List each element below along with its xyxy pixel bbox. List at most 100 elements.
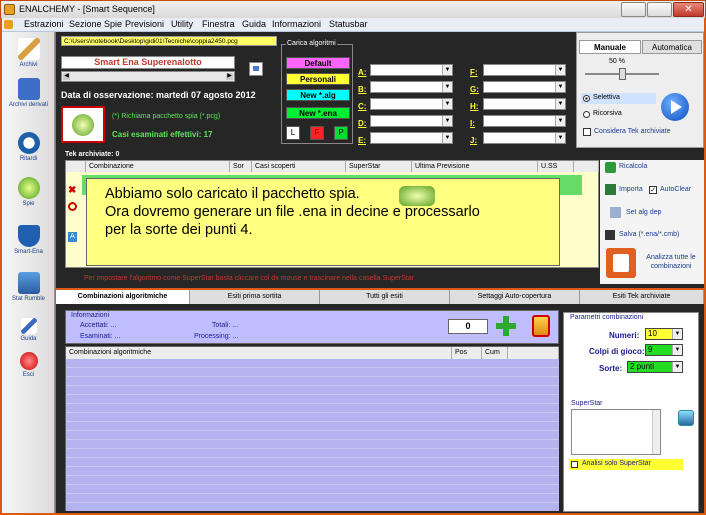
salva-button[interactable]: Salva (*.ena/*.cmb) — [619, 231, 679, 238]
slot-combo-e[interactable]: ▼ — [370, 132, 453, 144]
selective-radio[interactable] — [583, 95, 590, 102]
numbers-label: Numeri: — [609, 331, 640, 340]
combinations-grid[interactable]: Combinazioni algoritmiche Pos Cum — [65, 346, 559, 511]
tab-settaggi-auto-copertura[interactable]: Settaggi Auto-copertura — [450, 290, 580, 304]
sidebar-item-spie[interactable]: Spie — [2, 177, 55, 207]
menu-statusbar[interactable]: Statusbar — [329, 19, 368, 29]
slot-combo-a[interactable]: ▼ — [370, 64, 453, 76]
col-ultima-previsione[interactable]: Ultima Previsione — [412, 161, 538, 172]
accepted-label: Accettati: ... — [80, 322, 117, 329]
play-button[interactable] — [661, 93, 689, 121]
slot-combo-g[interactable]: ▼ — [483, 81, 566, 93]
new-ena-button[interactable]: New *.ena — [286, 107, 350, 119]
sidebar-item-ritardi[interactable]: Ritardi — [2, 132, 55, 162]
cases-examined: Casi esaminati effettivi: 17 — [112, 130, 213, 139]
slot-combo-b[interactable]: ▼ — [370, 81, 453, 93]
minimize-button[interactable] — [621, 2, 646, 17]
tab-tutti-gli-esiti[interactable]: Tutti gli esiti — [320, 290, 450, 304]
refresh-icon — [605, 162, 616, 173]
mdi-icon[interactable] — [4, 20, 13, 29]
sidebar-item-stat-rumble[interactable]: Stat Rumble — [2, 272, 55, 302]
game-scrollbar[interactable]: ◀ ▶ — [61, 71, 235, 82]
recursive-radio[interactable] — [583, 111, 590, 118]
default-button[interactable]: Default — [286, 57, 350, 69]
menu-estrazioni[interactable]: Estrazioni — [24, 19, 64, 29]
new-alg-button[interactable]: New *.alg — [286, 89, 350, 101]
load-algorithms-group: Carica algoritmi Default Personali New *… — [281, 40, 353, 144]
menu-finestra[interactable]: Finestra — [202, 19, 235, 29]
trash-icon[interactable] — [532, 315, 550, 337]
banner-line-3: per la sorte dei punti 4. — [105, 222, 253, 238]
consider-archived-label: Considera Tek archiviate — [594, 128, 671, 135]
sidebar-item-guida[interactable]: Guida — [2, 318, 55, 342]
app-icon — [4, 4, 15, 15]
col-cum[interactable]: Cum — [482, 347, 508, 359]
tab-manual[interactable]: Manuale — [579, 40, 641, 54]
tab-esiti-prima-sortita[interactable]: Esiti prima sortita — [190, 290, 320, 304]
title-bar: ENALCHEMY - [Smart Sequence] ✕ — [0, 0, 706, 18]
maximize-button[interactable] — [647, 2, 672, 17]
count-field: 0 — [448, 319, 488, 334]
load-spy-package-label[interactable]: (*) Richiama pacchetto spia (*.pcg) — [112, 113, 220, 120]
menu-guida[interactable]: Guida — [242, 19, 266, 29]
game-shots-label: Colpi di gioco: — [589, 347, 645, 356]
tab-esiti-tek-archiviate[interactable]: Esiti Tek archiviate — [580, 290, 704, 304]
close-button[interactable]: ✕ — [673, 2, 704, 17]
importa-button[interactable]: Importa — [619, 186, 643, 193]
menu-utility[interactable]: Utility — [171, 19, 193, 29]
ricalcola-button[interactable]: Ricalcola — [619, 163, 647, 170]
fate-label: Sorte: — [599, 364, 623, 373]
slot-label-b: B: — [358, 85, 367, 94]
fate-select[interactable]: 2 punti ▼ — [627, 361, 683, 373]
slot-combo-i[interactable]: ▼ — [483, 115, 566, 127]
col-casi-scoperti[interactable]: Casi scoperti — [252, 161, 346, 172]
slider-thumb[interactable] — [619, 68, 626, 80]
slot-combo-h[interactable]: ▼ — [483, 98, 566, 110]
consider-archived-checkbox[interactable] — [583, 128, 591, 136]
col-combinazioni-algoritmiche[interactable]: Combinazioni algoritmiche — [66, 347, 452, 359]
slot-combo-j[interactable]: ▼ — [483, 132, 566, 144]
menu-previsioni[interactable]: Previsioni — [125, 19, 164, 29]
autoclear-label: AutoClear — [660, 186, 692, 193]
col-sor[interactable]: Sor — [230, 161, 252, 172]
menu-sezione-spie[interactable]: Sezione Spie — [69, 19, 122, 29]
slot-combo-f[interactable]: ▼ — [483, 64, 566, 76]
mode-panel: Manuale Automatica 50 % Selettiva Ricors… — [576, 32, 704, 148]
superstar-icon[interactable] — [678, 410, 694, 426]
col-combinazione[interactable]: Combinazione — [86, 161, 230, 172]
numbers-select[interactable]: 10 ▼ — [645, 328, 683, 340]
set-alg-dep-button[interactable]: Set alg dep — [626, 209, 661, 216]
analyze-all-button[interactable] — [606, 248, 636, 278]
game-shots-select[interactable]: 9 ▼ — [645, 344, 683, 356]
delete-icon[interactable]: ✖ — [68, 185, 76, 196]
personal-button[interactable]: Personali — [286, 73, 350, 85]
col-uss[interactable]: U.SS — [538, 161, 574, 172]
spy-lamp-icon — [72, 114, 94, 136]
sidebar-item-archivi[interactable]: Archivi — [2, 38, 55, 68]
col-pos[interactable]: Pos — [452, 347, 482, 359]
a-button[interactable]: A — [68, 232, 77, 242]
l-button[interactable]: L — [286, 126, 300, 140]
slot-combo-d[interactable]: ▼ — [370, 115, 453, 127]
sidebar-item-smart-ena[interactable]: Smart-Ena — [2, 225, 55, 255]
tab-automatic[interactable]: Automatica — [642, 40, 702, 54]
superstar-only-checkbox[interactable] — [571, 461, 578, 468]
sidebar-item-archivi-derivati[interactable]: Archivi derivati — [2, 78, 55, 108]
load-spy-package-button[interactable] — [61, 106, 105, 143]
tab-combinazioni-algoritmiche[interactable]: Combinazioni algoritmiche — [56, 290, 190, 304]
sidebar-item-esci[interactable]: Esci — [2, 352, 55, 378]
p-button[interactable]: P — [334, 126, 348, 140]
autoclear-checkbox[interactable]: ✓ — [649, 186, 657, 194]
f-button[interactable]: F — [310, 126, 324, 140]
info-box: Informazioni Accettati: ... Esaminati: .… — [65, 310, 559, 344]
prohibit-icon[interactable] — [68, 202, 77, 211]
slot-combo-c[interactable]: ▼ — [370, 98, 453, 110]
add-icon[interactable] — [496, 316, 516, 336]
menu-informazioni[interactable]: Informazioni — [272, 19, 321, 29]
superstar-field[interactable] — [571, 409, 661, 455]
col-superstar[interactable]: SuperStar — [346, 161, 412, 172]
superstar-scrollbar[interactable] — [652, 410, 660, 454]
path-field: C:\Users\notebook\Desktop\gidi01\Tecnich… — [61, 36, 277, 46]
open-file-icon[interactable] — [249, 62, 263, 76]
info-title: Informazioni — [71, 312, 110, 319]
